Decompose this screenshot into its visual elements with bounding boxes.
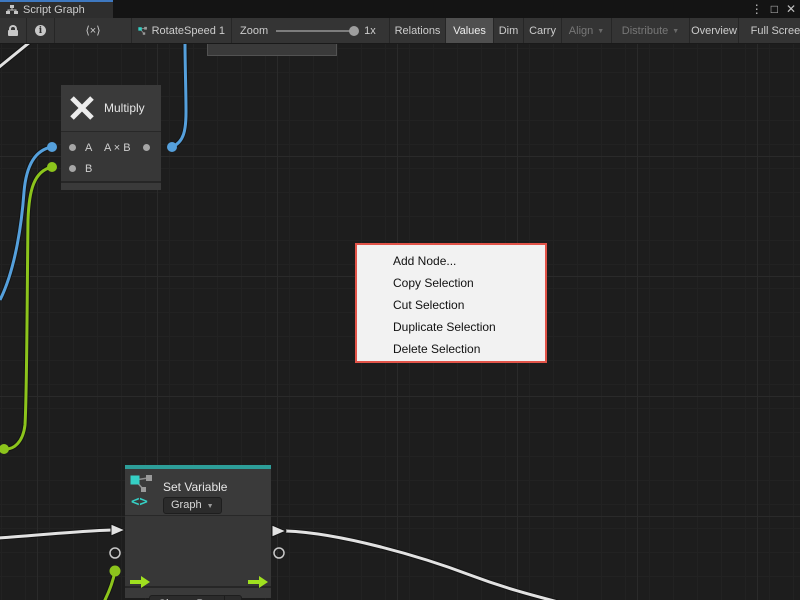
close-icon[interactable]: ✕ [786, 0, 796, 18]
lock-icon [8, 25, 18, 36]
wire-white-control-out [286, 531, 558, 600]
full-screen-button[interactable]: Full Screen [739, 18, 800, 43]
zoom-slider-handle[interactable] [349, 26, 359, 36]
info-icon: i [35, 25, 46, 36]
dim-label: Dim [499, 25, 519, 37]
menu-item-duplicate-selection[interactable]: Duplicate Selection [357, 316, 545, 338]
full-screen-label: Full Screen [751, 25, 800, 37]
unconnected-port-left[interactable] [110, 548, 120, 558]
window-menu-icon[interactable]: ⋮ [751, 0, 763, 18]
zoom-control: Zoom 1x [232, 18, 390, 43]
port-label-b: B [85, 163, 92, 175]
control-input-arrow[interactable] [130, 576, 150, 588]
port-input-b[interactable] [69, 165, 76, 172]
menu-item-delete-selection[interactable]: Delete Selection [357, 338, 545, 360]
control-arrow-in [111, 524, 125, 536]
set-variable-icon: <> [130, 475, 158, 509]
align-label: Align [569, 25, 593, 37]
set-variable-header[interactable]: <> Set Variable Graph ▼ [125, 469, 271, 515]
wire-green-bottom [104, 571, 115, 600]
partial-node-top[interactable] [207, 44, 337, 56]
distribute-label: Distribute [622, 25, 668, 37]
wire-blue-input-a [0, 147, 52, 300]
wire-endpoint-blue[interactable] [47, 142, 57, 152]
multiply-node-title: Multiply [104, 101, 145, 115]
port-label-a: A [85, 142, 92, 154]
port-label-output: A × B [104, 142, 131, 154]
control-output-arrow[interactable] [248, 576, 268, 588]
zoom-value: 1x [364, 25, 376, 37]
script-graph-asset-icon [138, 25, 148, 37]
info-button[interactable]: i [27, 18, 55, 43]
menu-item-add-node[interactable]: Add Node... [357, 250, 545, 272]
wire-endpoint-green[interactable] [0, 444, 9, 454]
multiply-node-footer [61, 181, 161, 190]
wire-endpoint-green[interactable] [110, 566, 121, 577]
tab-bar: Script Graph ⋮ □ ✕ [0, 0, 800, 18]
unconnected-port-right[interactable] [274, 548, 284, 558]
port-input-a[interactable] [69, 144, 76, 151]
variable-name-label: ChangePos [150, 596, 224, 600]
graph-toolbar: i ⟨×⟩ RotateSpeed 1 Zoom 1x Relations Va… [0, 18, 800, 44]
zoom-slider[interactable] [276, 30, 356, 32]
values-button[interactable]: Values [446, 18, 494, 43]
tab-title: Script Graph [23, 4, 85, 16]
values-label: Values [453, 25, 486, 37]
multiply-node[interactable]: Multiply A A × B B [61, 85, 161, 190]
overview-label: Overview [691, 25, 737, 37]
overview-button[interactable]: Overview [690, 18, 739, 43]
tab-script-graph[interactable]: Script Graph [0, 0, 113, 18]
maximize-icon[interactable]: □ [771, 0, 778, 18]
graph-breadcrumb-label: RotateSpeed 1 [152, 25, 225, 37]
port-output-axb[interactable] [143, 144, 150, 151]
context-menu: Add Node... Copy Selection Cut Selection… [355, 243, 547, 363]
set-variable-node[interactable]: <> Set Variable Graph ▼ ChangePos [125, 465, 271, 598]
graph-canvas[interactable]: Multiply A A × B B <> [0, 44, 800, 600]
multiply-icon [68, 94, 96, 122]
carry-label: Carry [529, 25, 556, 37]
set-variable-body: ChangePos ▼ [125, 515, 271, 586]
code-icon: ⟨×⟩ [85, 24, 100, 37]
control-arrow-out [272, 525, 286, 537]
variable-name-dropdown[interactable]: ChangePos ▼ [149, 595, 242, 600]
variable-name-dropdown-button[interactable]: ▼ [224, 596, 241, 600]
wire-endpoint-blue[interactable] [167, 142, 177, 152]
variable-scope-dropdown[interactable]: Graph ▼ [163, 497, 222, 514]
dim-button[interactable]: Dim [494, 18, 524, 43]
chevron-down-icon: ▼ [672, 28, 679, 35]
set-variable-title: Set Variable [163, 480, 227, 494]
menu-item-cut-selection[interactable]: Cut Selection [357, 294, 545, 316]
wire-green-input-b [4, 167, 52, 449]
wire-blue-output [172, 44, 186, 147]
script-graph-window: Script Graph ⋮ □ ✕ i ⟨×⟩ RotateSpeed 1 [0, 0, 800, 600]
carry-button[interactable]: Carry [524, 18, 562, 43]
chevron-down-icon: ▼ [597, 28, 604, 35]
align-button[interactable]: Align ▼ [562, 18, 612, 43]
lock-button[interactable] [0, 18, 27, 43]
zoom-label: Zoom [240, 25, 268, 37]
graph-icon [6, 5, 18, 15]
multiply-node-body: A A × B B [61, 131, 161, 181]
wire-endpoint-green[interactable] [47, 162, 57, 172]
chevron-down-icon: ▼ [207, 503, 214, 510]
wire-white-topleft [0, 44, 30, 68]
svg-text:<>: <> [131, 494, 148, 509]
relations-label: Relations [395, 25, 441, 37]
variable-scope-label: Graph [171, 499, 202, 511]
distribute-button[interactable]: Distribute ▼ [612, 18, 690, 43]
menu-item-copy-selection[interactable]: Copy Selection [357, 272, 545, 294]
graph-breadcrumb[interactable]: RotateSpeed 1 [132, 18, 232, 43]
relations-button[interactable]: Relations [390, 18, 446, 43]
window-controls: ⋮ □ ✕ [751, 0, 796, 18]
multiply-node-header[interactable]: Multiply [61, 85, 161, 131]
wire-white-control-in [0, 530, 112, 538]
edit-code-button[interactable]: ⟨×⟩ [55, 18, 132, 43]
